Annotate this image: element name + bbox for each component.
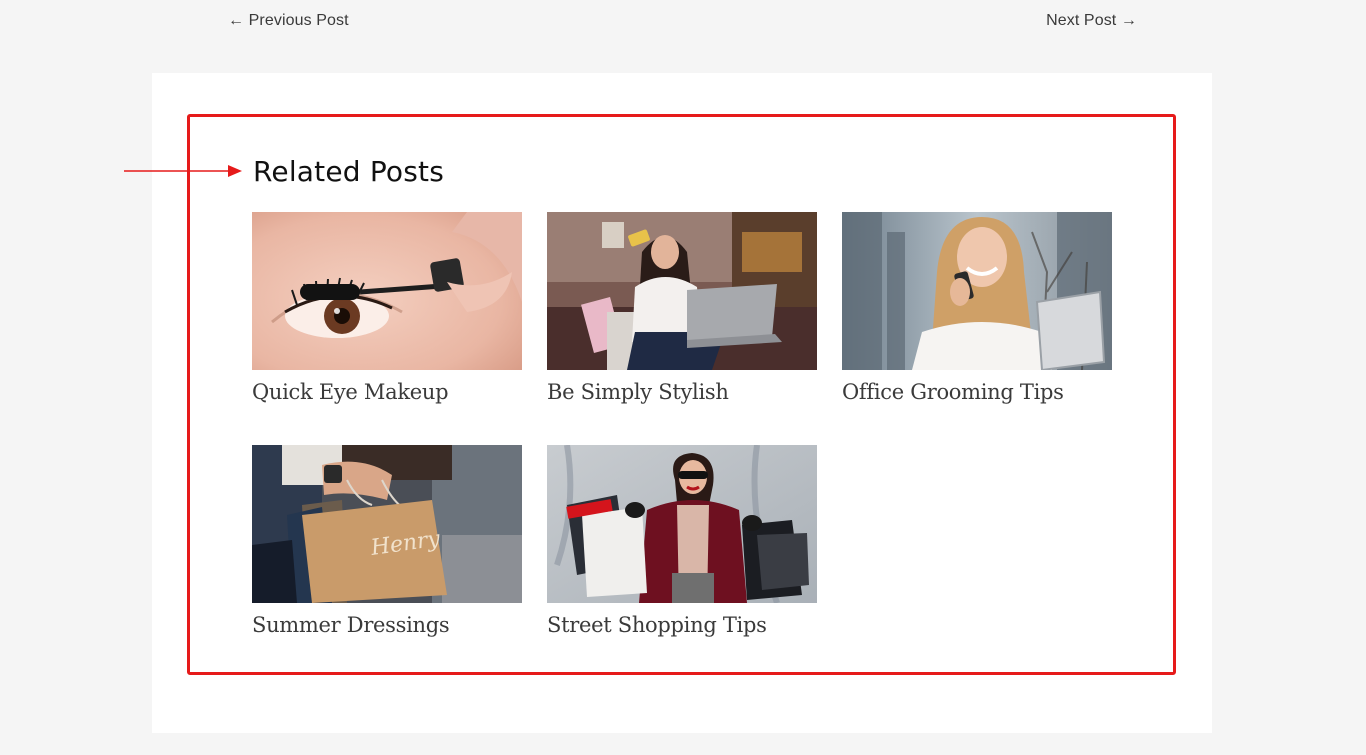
woman-phone-tablet-image: [842, 212, 1112, 370]
mascara-eye-image: [252, 212, 522, 370]
next-post-link[interactable]: Next Post →: [1046, 12, 1137, 30]
post-title-link[interactable]: Quick Eye Makeup: [252, 380, 522, 404]
post-thumbnail-summer-dressings[interactable]: Henry: [252, 445, 522, 603]
annotation-arrow-icon: [124, 165, 242, 177]
related-post-item: Be Simply Stylish: [547, 212, 817, 404]
shopping-bag-hands-image: Henry: [252, 445, 522, 603]
post-thumbnail-street-shopping-tips[interactable]: [547, 445, 817, 603]
related-posts-heading: Related Posts: [253, 155, 445, 188]
post-thumbnail-quick-eye-makeup[interactable]: [252, 212, 522, 370]
post-title-link[interactable]: Office Grooming Tips: [842, 380, 1112, 404]
woman-shopping-bags-image: [547, 445, 817, 603]
post-thumbnail-be-simply-stylish[interactable]: [547, 212, 817, 370]
related-post-item: Henry Summer Dressings: [252, 445, 522, 637]
woman-laptop-image: [547, 212, 817, 370]
post-title-link[interactable]: Summer Dressings: [252, 613, 522, 637]
post-title-link[interactable]: Be Simply Stylish: [547, 380, 817, 404]
post-navigation: ← Previous Post Next Post →: [228, 10, 1137, 32]
related-post-item: Street Shopping Tips: [547, 445, 817, 637]
post-thumbnail-office-grooming-tips[interactable]: [842, 212, 1112, 370]
related-post-item: Office Grooming Tips: [842, 212, 1112, 404]
previous-post-link[interactable]: ← Previous Post: [228, 12, 349, 30]
related-post-item: Quick Eye Makeup: [252, 212, 522, 404]
post-title-link[interactable]: Street Shopping Tips: [547, 613, 817, 637]
